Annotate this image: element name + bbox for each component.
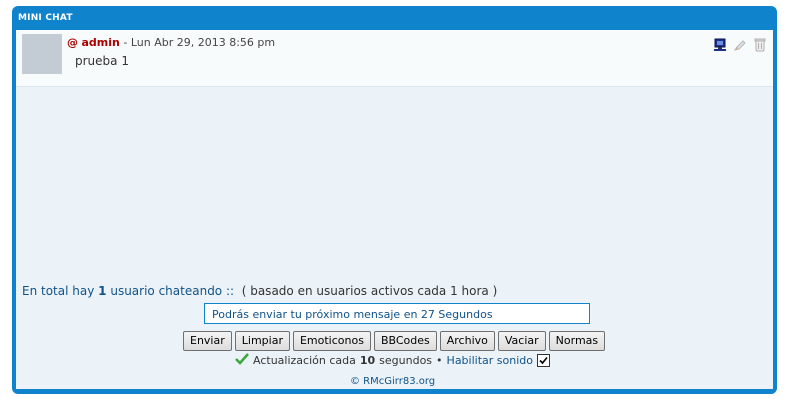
panel-title: MINI CHAT [18,13,73,23]
message-author[interactable]: admin [82,36,120,49]
mini-chat-panel: MINI CHAT @ admin - Lun Abr 29, 2013 8:5… [12,6,777,394]
enable-sound-link[interactable]: Habilitar sonido [447,354,533,367]
archive-button[interactable]: Archivo [439,331,495,351]
users-online: En total hay 1 usuario chateando :: ( ba… [22,284,497,298]
rules-button[interactable]: Normas [548,331,606,351]
ip-icon[interactable] [713,37,727,51]
credit-link[interactable]: © RMcGirr83.org [350,376,435,387]
users-link[interactable]: usuario chateando [110,284,222,298]
message-actions [713,37,767,52]
mention-at[interactable]: @ [67,36,78,49]
message-timestamp: - Lun Abr 29, 2013 8:56 pm [123,36,276,49]
bbcodes-button[interactable]: BBCodes [373,331,437,351]
delete-icon[interactable] [753,37,767,52]
empty-button[interactable]: Vaciar [497,331,546,351]
status-bullet: • [436,354,443,367]
clear-button[interactable]: Limpiar [234,331,290,351]
avatar [22,34,62,74]
refresh-label: Actualización cada [253,354,356,367]
send-button[interactable]: Enviar [183,331,232,351]
users-separator: :: [225,284,235,298]
chat-message: @ admin - Lun Abr 29, 2013 8:56 pm prueb… [16,30,773,87]
check-icon [235,353,249,368]
users-prefix: En total hay [22,284,95,298]
users-note: ( basado en usuarios activos cada 1 hora… [241,284,498,298]
chat-area: @ admin - Lun Abr 29, 2013 8:56 pm prueb… [16,30,773,389]
sound-checkbox[interactable] [536,354,550,367]
refresh-unit: segundos [379,354,433,367]
message-text: prueba 1 [75,54,129,68]
edit-icon[interactable] [733,37,747,51]
emoticons-button[interactable]: Emoticonos [292,331,371,351]
message-header: @ admin - Lun Abr 29, 2013 8:56 pm [67,36,275,49]
refresh-seconds: 10 [359,354,376,367]
users-count: 1 [98,284,107,298]
message-input[interactable]: Podrás enviar tu próximo mensaje en 27 S… [204,303,590,324]
button-bar: Enviar Limpiar Emoticonos BBCodes Archiv… [183,331,606,351]
refresh-status: Actualización cada 10 segundos • Habilit… [235,353,550,368]
